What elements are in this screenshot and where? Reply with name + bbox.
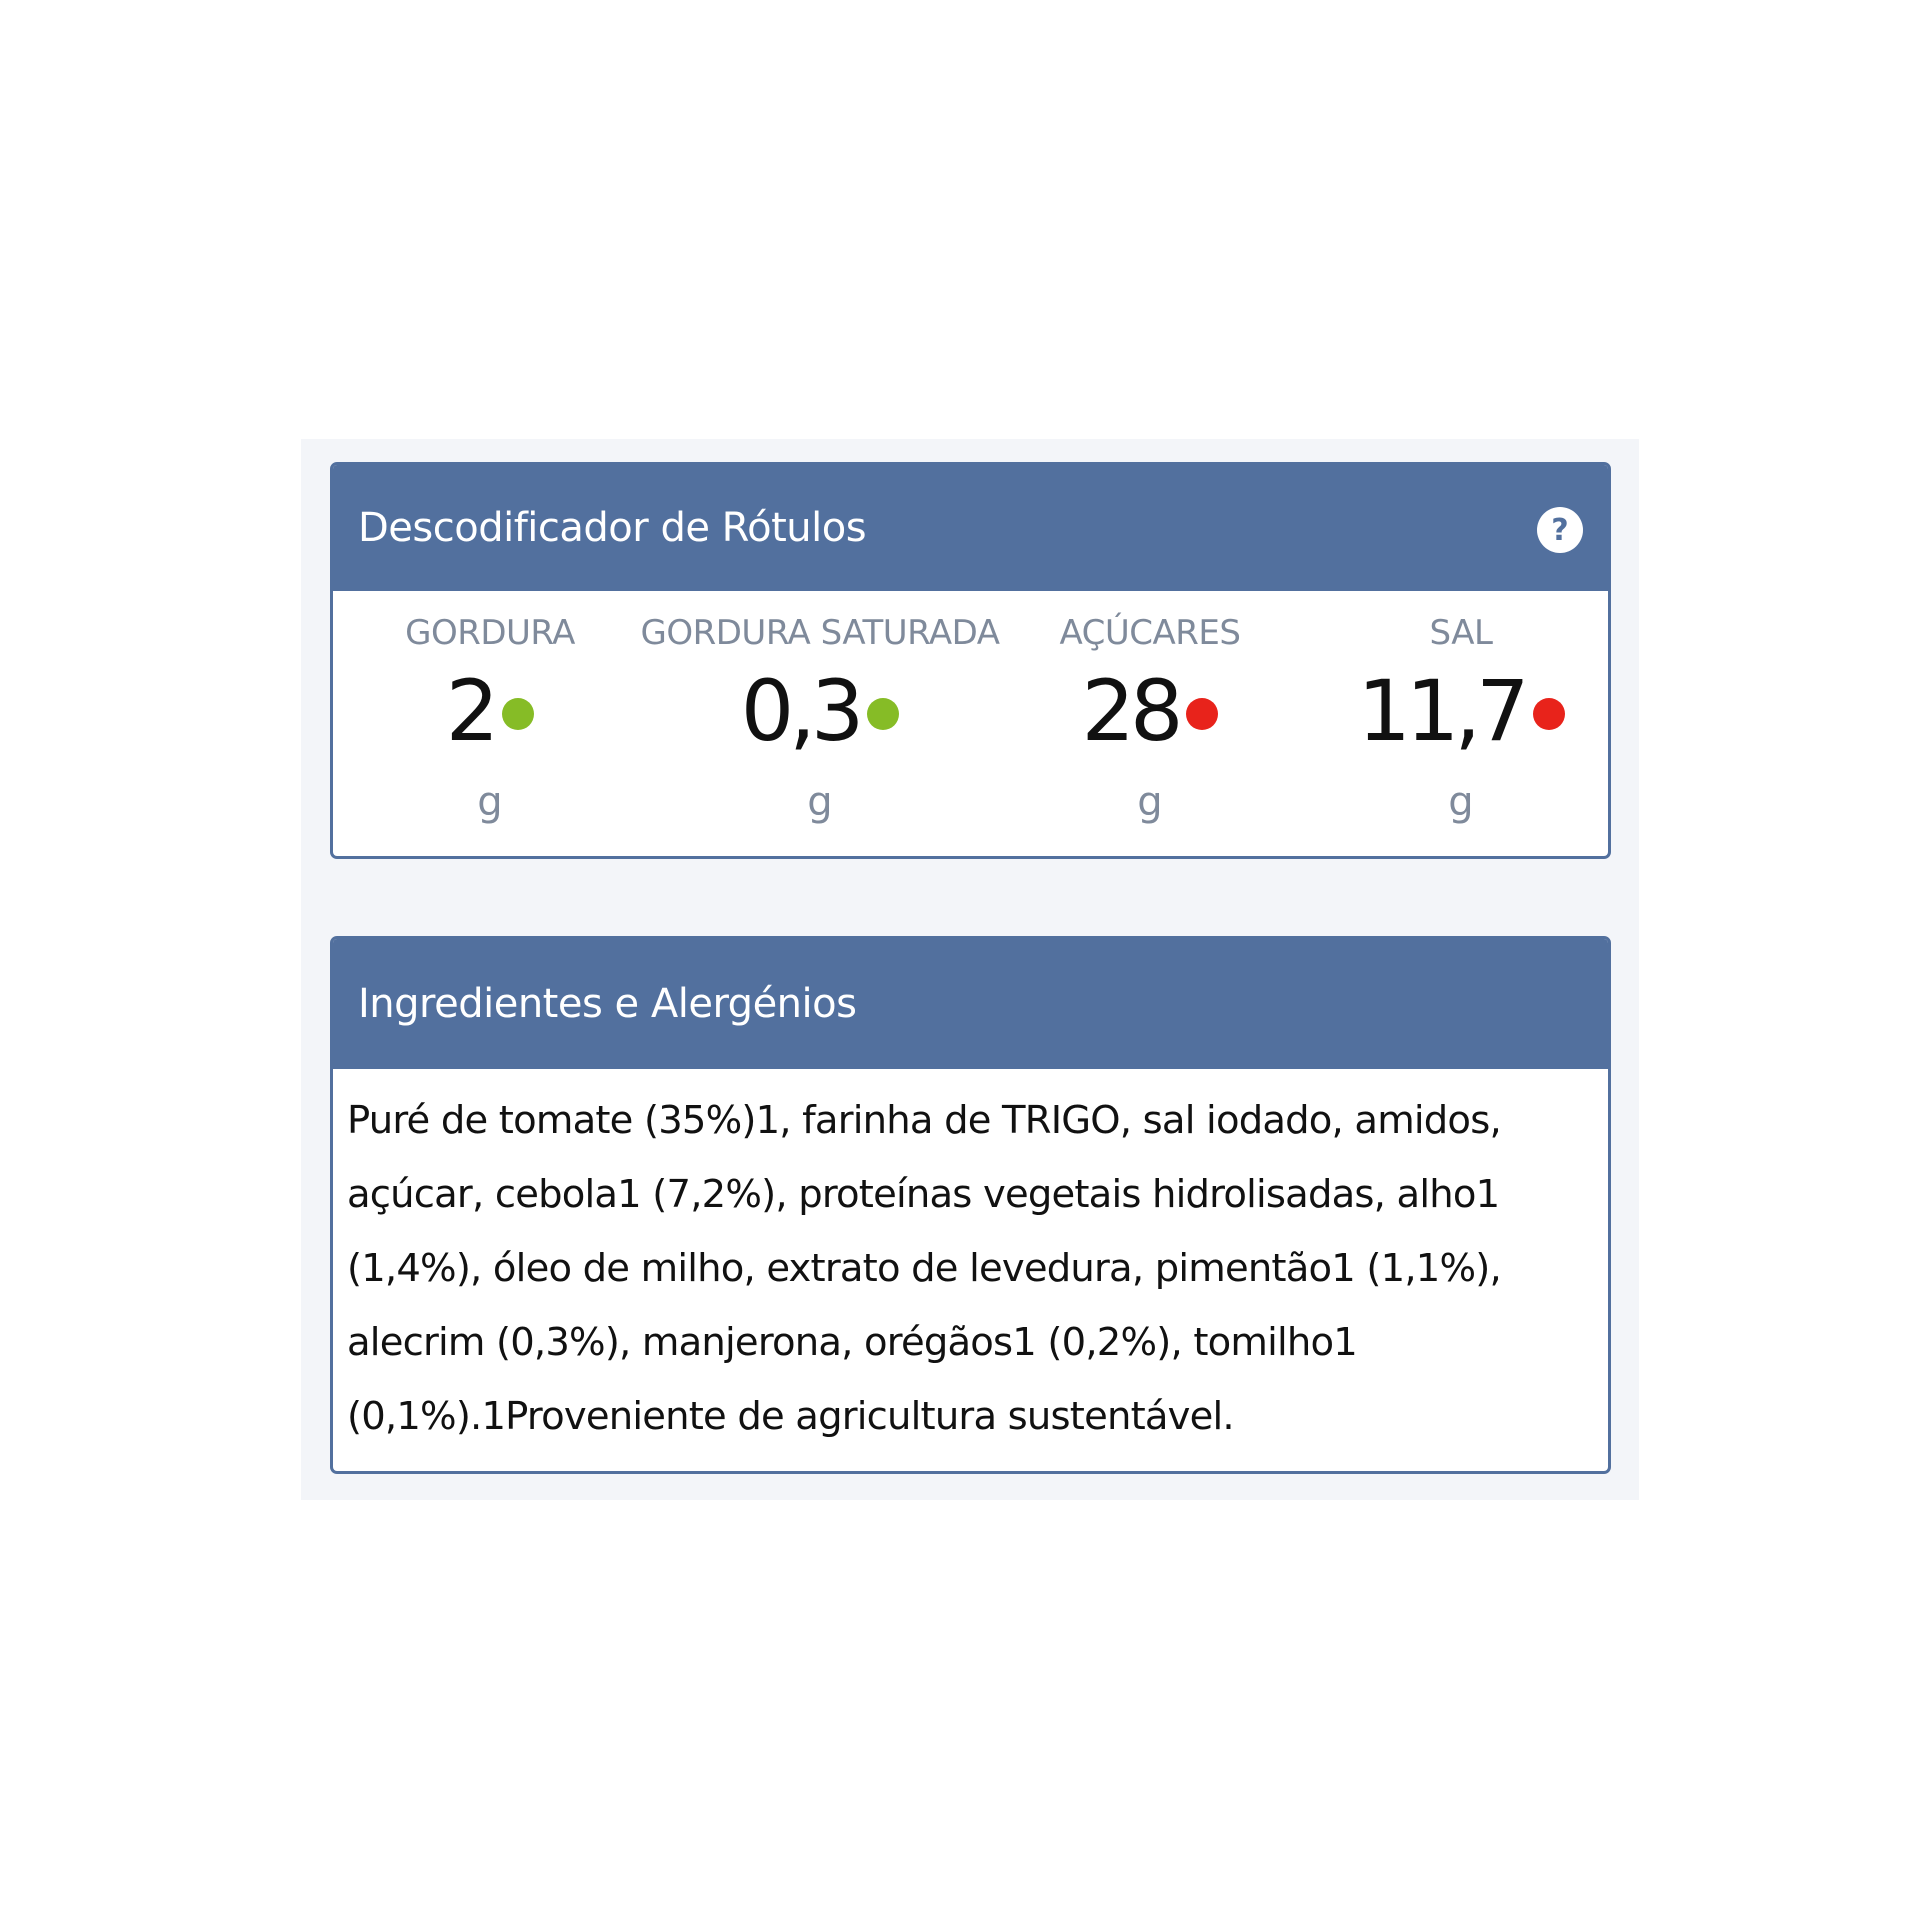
status-dot-red-icon bbox=[1532, 698, 1565, 730]
status-dot-red-icon bbox=[1186, 698, 1219, 730]
nutrient-value-row: 2 bbox=[333, 662, 670, 760]
nutrient-unit: g bbox=[1137, 779, 1163, 825]
label-decoder-title: Descodificador de Rótulos bbox=[358, 505, 867, 551]
status-dot-green-icon bbox=[502, 698, 535, 730]
label-decoder-header: Descodificador de Rótulos ? bbox=[333, 465, 1608, 591]
ingredients-title: Ingredientes e Alergénios bbox=[358, 981, 857, 1027]
nutrient-fat: GORDURA 2 g bbox=[333, 591, 670, 856]
nutrient-saturated-fat: GORDURA SATURADA 0,3 g bbox=[640, 591, 1000, 856]
status-dot-green-icon bbox=[867, 698, 900, 730]
ingredients-panel: Ingredientes e Alergénios Puré de tomate… bbox=[330, 936, 1611, 1474]
nutrient-list: GORDURA 2 g GORDURA SATURADA 0,3 g AÇÚCA… bbox=[333, 591, 1608, 856]
nutrient-label: AÇÚCARES bbox=[1059, 613, 1241, 653]
nutrient-unit: g bbox=[477, 779, 503, 825]
nutrient-value-row: 28 bbox=[970, 669, 1330, 753]
nutrient-unit: g bbox=[1448, 779, 1474, 825]
ingredients-text: Puré de tomate (35%)1, farinha de TRIGO,… bbox=[347, 1098, 1502, 1439]
nutrient-salt: SAL 11,7 g bbox=[1281, 591, 1608, 856]
nutrient-sugars: AÇÚCARES 28 g bbox=[970, 591, 1330, 856]
nutrient-value-row: 11,7 bbox=[1281, 662, 1608, 760]
nutrient-value: 11,7 bbox=[1357, 662, 1529, 760]
label-decoder-panel: Descodificador de Rótulos ? GORDURA 2 g … bbox=[330, 462, 1611, 859]
nutrient-value: 0,3 bbox=[740, 662, 865, 760]
nutrition-container: Descodificador de Rótulos ? GORDURA 2 g … bbox=[301, 439, 1639, 1500]
nutrient-label: SAL bbox=[1429, 613, 1493, 653]
nutrient-value: 2 bbox=[445, 662, 500, 760]
nutrient-label: GORDURA bbox=[405, 613, 575, 653]
question-circle-icon[interactable]: ? bbox=[1537, 507, 1583, 553]
nutrient-unit: g bbox=[807, 779, 833, 825]
nutrient-value: 28 bbox=[1081, 662, 1184, 760]
nutrient-value-row: 0,3 bbox=[640, 669, 1000, 753]
nutrient-label: GORDURA SATURADA bbox=[640, 613, 1000, 653]
ingredients-header: Ingredientes e Alergénios bbox=[333, 939, 1608, 1069]
